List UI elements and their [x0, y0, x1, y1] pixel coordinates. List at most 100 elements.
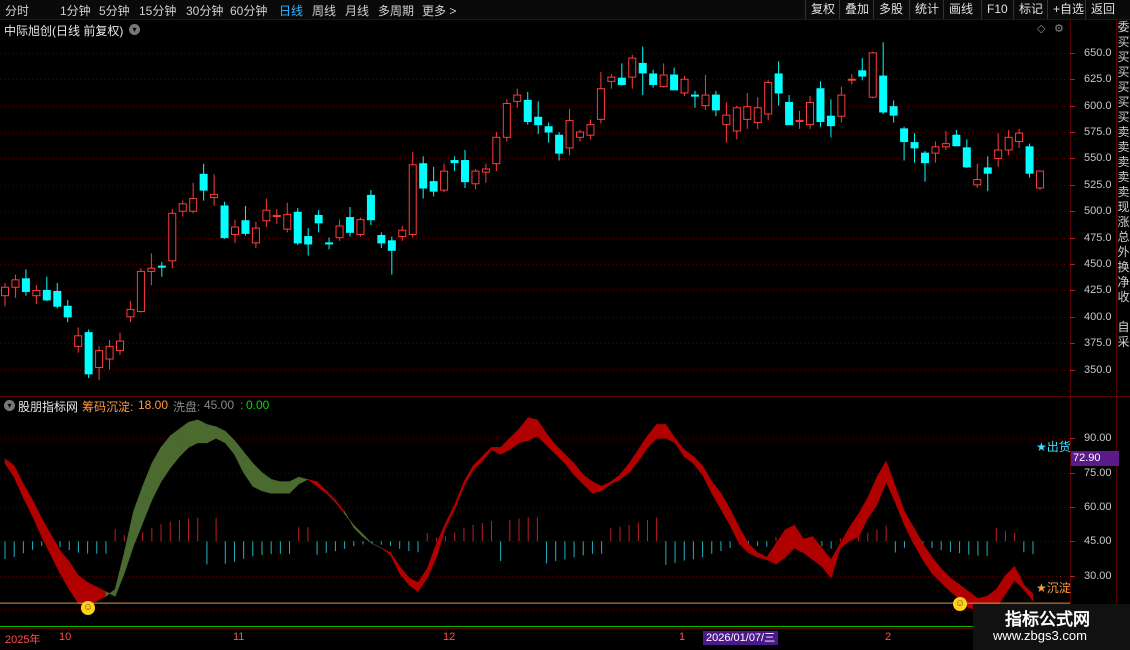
- indicator-band-segment: [729, 509, 740, 544]
- time-label-feb: 2: [885, 631, 892, 643]
- candle-body: [753, 107, 762, 124]
- candle-body: [471, 170, 480, 185]
- quote-panel-char: 外: [1117, 245, 1130, 259]
- cursor-date-badge: 2026/01/07/三: [703, 631, 779, 645]
- candle-body: [680, 78, 689, 94]
- candle-body: [356, 219, 365, 235]
- candle-body: [576, 131, 584, 138]
- indicator-band-segment: [68, 560, 79, 605]
- candle-body: [157, 265, 166, 268]
- candle-body: [806, 101, 814, 126]
- indicator-band-segment: [775, 528, 786, 565]
- candle-body: [283, 213, 292, 230]
- watermark: 指标公式网 www.zbgs3.com: [973, 604, 1130, 650]
- indicator-band-segment: [13, 465, 24, 498]
- indicator-band-segment: [481, 446, 492, 462]
- indicator-band-segment: [160, 435, 171, 483]
- indicator-band-segment: [408, 577, 419, 593]
- price-tick-label: 350.0: [1084, 363, 1112, 376]
- watermark-url: www.zbgs3.com: [993, 628, 1087, 643]
- quote-panel-char: [1117, 305, 1130, 320]
- candle-body: [189, 198, 198, 212]
- candle-body: [701, 94, 710, 107]
- indicator-band-segment: [50, 533, 61, 574]
- candle-body: [408, 164, 417, 235]
- indicator-param3-label: :: [240, 398, 244, 412]
- indicator-name[interactable]: 股朋指标网: [18, 398, 78, 415]
- indicator-band-segment: [555, 444, 566, 465]
- indicator-band-segment: [940, 568, 951, 593]
- candle-body: [513, 94, 522, 102]
- sell-signal-label: ★出货: [1036, 440, 1071, 454]
- time-label-dec: 12: [443, 631, 456, 643]
- indicator-band-segment: [325, 490, 336, 504]
- candle-body: [931, 146, 940, 154]
- candle-body: [440, 170, 449, 191]
- indicator-param2-label: 洗盘:: [173, 400, 201, 414]
- indicator-band-segment: [592, 481, 602, 494]
- candle-body: [816, 88, 825, 122]
- candle-body: [398, 229, 407, 238]
- indicator-band-segment: [280, 481, 290, 494]
- candle-body: [272, 214, 281, 218]
- indicator-band-segment: [913, 526, 924, 561]
- candle-body: [670, 74, 679, 91]
- indicator-band-segment: [417, 567, 428, 593]
- indicator-band-segment: [307, 479, 318, 487]
- indicator-band-segment: [234, 439, 244, 473]
- candle-body: [178, 203, 187, 212]
- candle-body: [419, 163, 428, 189]
- candlestick-chart[interactable]: [0, 0, 1130, 650]
- time-label-nov: 11: [233, 631, 245, 643]
- indicator-band-segment: [270, 479, 281, 494]
- candle-body: [116, 340, 124, 352]
- indicator-band-segment: [858, 496, 869, 537]
- indicator-band-segment: [179, 421, 189, 458]
- candle-body: [1036, 170, 1044, 189]
- indicator-band-segment: [830, 542, 841, 578]
- indicator-band-segment: [720, 492, 731, 527]
- indicator-chevron-icon[interactable]: ▾: [4, 400, 15, 411]
- quote-panel-char: 现: [1117, 200, 1130, 214]
- indicator-band-segment: [472, 455, 483, 472]
- indicator-band-segment: [867, 477, 878, 520]
- candle-body: [879, 75, 888, 113]
- indicator-band-segment: [665, 423, 676, 444]
- indicator-band-segment: [573, 462, 584, 485]
- indicator-band-segment: [59, 549, 70, 591]
- indicator-band-segment: [381, 547, 391, 556]
- indicator-band-segment: [133, 486, 143, 546]
- candle-body: [461, 160, 469, 183]
- candle-body: [659, 74, 668, 88]
- quote-panel-char: 卖: [1117, 170, 1130, 184]
- indicator-band-segment: [546, 432, 557, 455]
- smiley-icon: ☺: [953, 597, 967, 611]
- candle-body: [314, 214, 323, 224]
- indicator-band-segment: [353, 524, 364, 538]
- candle-body: [450, 160, 459, 164]
- quote-panel-char: 总: [1117, 230, 1130, 244]
- indicator-band-segment: [206, 424, 217, 444]
- indicator-band-segment: [628, 448, 639, 474]
- time-label-year: 2025年: [5, 634, 41, 646]
- candle-body: [346, 217, 354, 233]
- quote-panel-char: 买: [1117, 110, 1130, 124]
- indicator-band-segment: [527, 417, 538, 441]
- indicator-band-segment: [362, 533, 373, 544]
- quote-panel-char: 买: [1117, 65, 1130, 79]
- indicator-band-segment: [169, 428, 180, 469]
- candle-body: [638, 62, 647, 74]
- candle-body: [11, 279, 20, 288]
- price-tick-label: 475.0: [1084, 231, 1112, 244]
- quote-panel-strip[interactable]: 委买买买买买买卖卖卖卖卖现涨总外换净收自采: [1117, 20, 1130, 630]
- indicator-band-segment: [215, 426, 226, 444]
- candle-body: [764, 81, 773, 115]
- candle-body: [84, 332, 93, 375]
- price-tick-label: 550.0: [1084, 151, 1112, 164]
- candle-body: [910, 142, 919, 149]
- indicator-band-segment: [114, 552, 125, 597]
- candle-body: [21, 278, 30, 292]
- indicator-band-segment: [601, 481, 612, 492]
- indicator-band-segment: [674, 437, 685, 458]
- indicator-band-segment: [298, 476, 309, 485]
